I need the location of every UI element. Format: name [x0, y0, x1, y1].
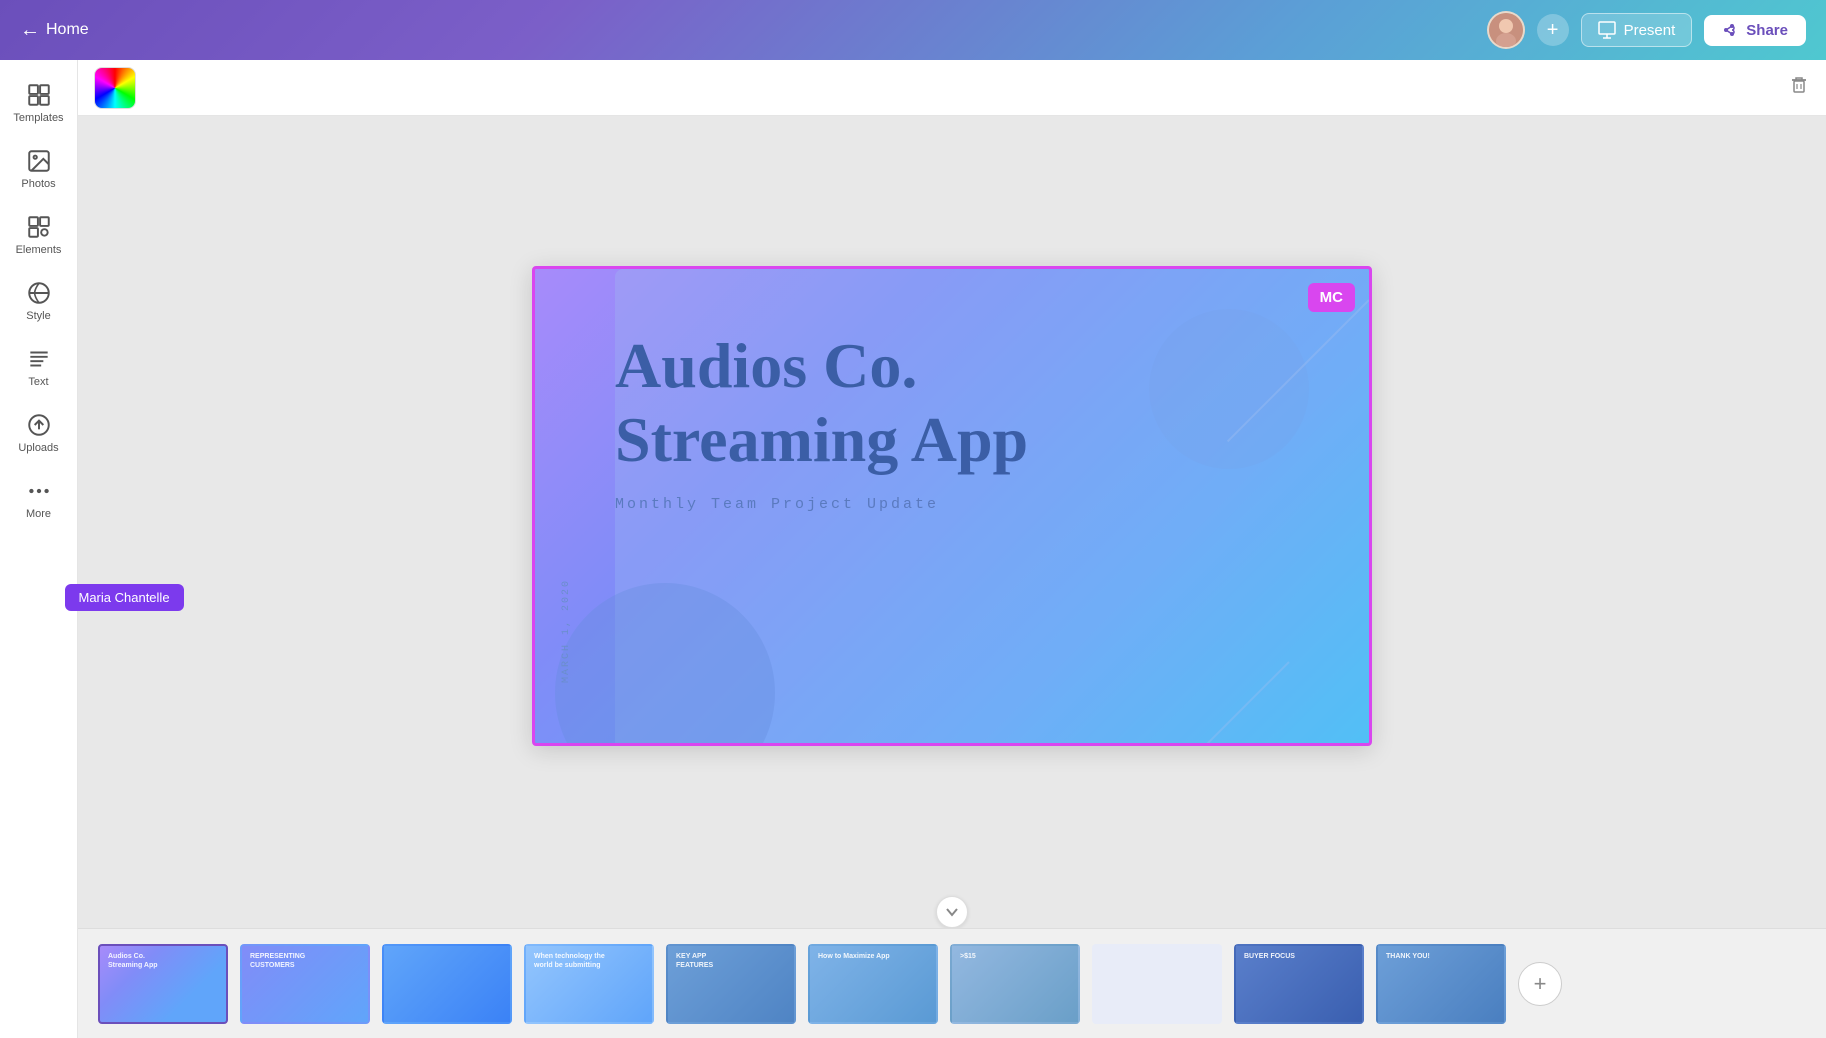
slide-thumb-9[interactable]: BUYER FOCUS — [1234, 944, 1364, 1024]
slide-thumb-7[interactable]: >$15 — [950, 944, 1080, 1024]
templates-label: Templates — [13, 112, 63, 124]
thumb-10-text: THANK YOU! — [1386, 952, 1430, 961]
uploads-icon — [26, 412, 52, 438]
avatar-image — [1489, 13, 1523, 47]
present-button[interactable]: Present — [1581, 13, 1693, 47]
elements-label: Elements — [16, 244, 62, 256]
slide-circle-right — [1149, 309, 1309, 469]
toolbar — [78, 60, 1826, 116]
canvas-area: MC Audios Co. Streaming App Monthly Team… — [78, 116, 1826, 1038]
sidebar-item-photos[interactable]: Photos — [0, 136, 78, 202]
header-left: ← Home — [20, 19, 89, 42]
trash-icon — [1788, 74, 1810, 96]
home-title: Home — [46, 21, 89, 39]
thumb-5-text: KEY APPFEATURES — [676, 952, 713, 970]
templates-icon — [26, 82, 52, 108]
sidebar-item-more[interactable]: More — [0, 466, 78, 532]
back-button[interactable]: ← Home — [20, 19, 89, 42]
photos-label: Photos — [21, 178, 55, 190]
add-collaborator-button[interactable]: + — [1537, 14, 1569, 46]
thumb-9-text: BUYER FOCUS — [1244, 952, 1295, 961]
text-label: Text — [28, 376, 48, 388]
thumb-7-text: >$15 — [960, 952, 976, 961]
slide-thumb-1[interactable]: Audios Co.Streaming App — [98, 944, 228, 1024]
slide-thumb-2[interactable]: REPRESENTINGCUSTOMERS — [240, 944, 370, 1024]
present-icon — [1598, 21, 1616, 39]
slide-thumb-3[interactable] — [382, 944, 512, 1024]
slide-subtitle: Monthly Team Project Update — [615, 496, 1028, 513]
share-label: Share — [1746, 22, 1788, 39]
delete-button[interactable] — [1788, 74, 1810, 102]
sidebar-item-elements[interactable]: Elements — [0, 202, 78, 268]
canvas-wrapper: MC Audios Co. Streaming App Monthly Team… — [78, 116, 1826, 896]
sidebar-item-uploads[interactable]: Uploads — [0, 400, 78, 466]
thumb-4-text: When technology theworld be submitting — [534, 952, 605, 970]
share-icon — [1722, 22, 1738, 38]
text-icon — [26, 346, 52, 372]
thumb-2-text: REPRESENTINGCUSTOMERS — [250, 952, 305, 970]
slide-thumb-5[interactable]: KEY APPFEATURES — [666, 944, 796, 1024]
chevron-bar — [78, 896, 1826, 928]
slide-title: Audios Co. Streaming App — [615, 329, 1028, 476]
thumb-1-text: Audios Co.Streaming App — [108, 952, 158, 970]
main-body: Templates Photos Elements — [0, 60, 1826, 1038]
slide-date-vertical: MARCH 1, 2020 — [561, 579, 572, 683]
avatar[interactable] — [1487, 11, 1525, 49]
header-right: + Present Share — [1487, 11, 1806, 49]
style-icon — [26, 280, 52, 306]
slide-content: Audios Co. Streaming App Monthly Team Pr… — [615, 329, 1028, 513]
slide-canvas[interactable]: MC Audios Co. Streaming App Monthly Team… — [532, 266, 1372, 746]
slide-mc-badge: MC — [1308, 283, 1355, 312]
sidebar-item-style[interactable]: Style Maria Chantelle — [0, 268, 78, 334]
elements-icon — [26, 214, 52, 240]
add-slide-button[interactable]: + — [1518, 962, 1562, 1006]
sidebar-item-text[interactable]: Text — [0, 334, 78, 400]
sidebar: Templates Photos Elements — [0, 60, 78, 1038]
slide-strip: Audios Co.Streaming App REPRESENTINGCUST… — [78, 928, 1826, 1038]
slide-thumb-10[interactable]: THANK YOU! — [1376, 944, 1506, 1024]
slide-thumb-6[interactable]: How to Maximize App — [808, 944, 938, 1024]
collapse-panel-button[interactable] — [936, 896, 968, 928]
editor-area: MC Audios Co. Streaming App Monthly Team… — [78, 60, 1826, 1038]
present-label: Present — [1624, 22, 1676, 39]
slide-thumb-4[interactable]: When technology theworld be submitting — [524, 944, 654, 1024]
slide-thumb-8[interactable] — [1092, 944, 1222, 1024]
uploads-label: Uploads — [18, 442, 58, 454]
style-label: Style — [26, 310, 50, 322]
back-arrow-icon: ← — [20, 19, 40, 42]
thumb-6-text: How to Maximize App — [818, 952, 890, 961]
color-palette-button[interactable] — [94, 67, 136, 109]
sidebar-item-templates[interactable]: Templates — [0, 70, 78, 136]
more-icon — [26, 478, 52, 504]
header: ← Home + Present Share — [0, 0, 1826, 60]
photos-icon — [26, 148, 52, 174]
share-button[interactable]: Share — [1704, 15, 1806, 46]
chevron-down-icon — [945, 905, 959, 919]
more-label: More — [26, 508, 51, 520]
